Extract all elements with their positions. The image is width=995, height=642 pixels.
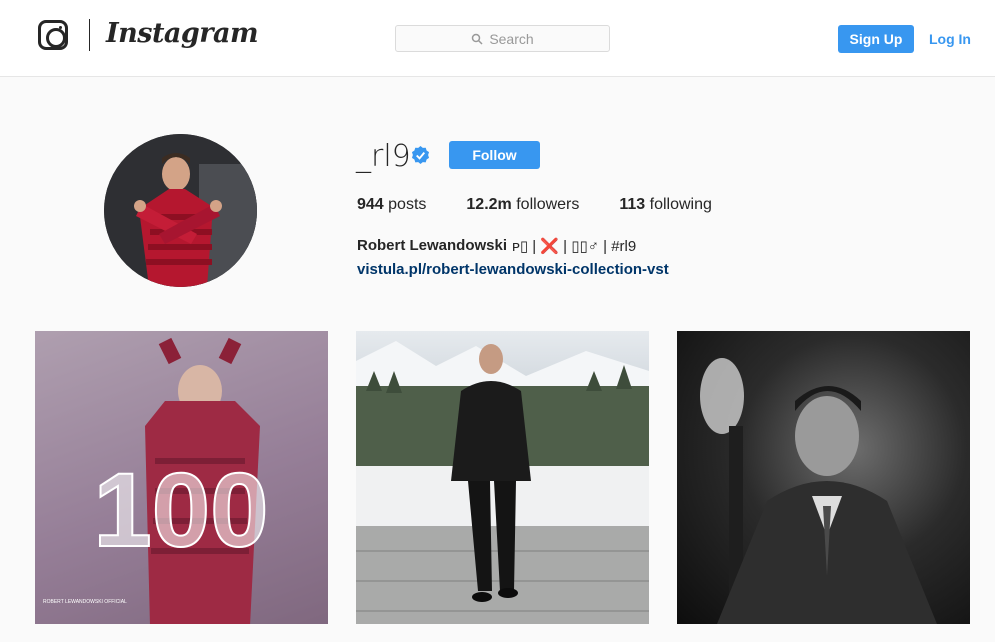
log-in-link[interactable]: Log In: [929, 31, 971, 47]
post-3-image: [700, 358, 937, 624]
profile-full-name: Robert Lewandowski: [357, 237, 508, 254]
profile-website-link[interactable]: vistula.pl/robert-lewandowski-collection…: [357, 261, 669, 278]
following-count-label: following: [649, 196, 712, 213]
search-input[interactable]: Search: [395, 25, 610, 52]
following-count[interactable]: 113 following: [619, 196, 712, 214]
verified-badge-icon: [411, 146, 430, 165]
posts-count-label: posts: [388, 196, 427, 213]
profile-bio: ᴘ▯ | ❌ | ▯▯♂ | #rl9: [512, 238, 637, 255]
post-thumbnail-3[interactable]: [677, 331, 970, 624]
following-count-value: 113: [619, 196, 646, 213]
post-1-overlay-text: 100: [93, 452, 268, 569]
posts-count[interactable]: 944 posts: [357, 196, 426, 214]
post-thumbnail-1[interactable]: 100 ROBERT LEWANDOWSKI OFFICIAL: [35, 331, 328, 624]
top-navigation-bar: Instagram Search Sign Up Log In: [0, 0, 995, 77]
profile-avatar[interactable]: [104, 134, 257, 287]
search-icon: [472, 33, 483, 45]
followers-count[interactable]: 12.2m followers: [466, 196, 579, 214]
post-1-caption-text: ROBERT LEWANDOWSKI OFFICIAL: [43, 599, 127, 605]
followers-count-value: 12.2m: [466, 196, 512, 213]
search-placeholder: Search: [489, 30, 534, 47]
logo-divider: [89, 19, 90, 51]
posts-count-value: 944: [357, 196, 384, 213]
post-2-image: [356, 341, 649, 624]
follow-button[interactable]: Follow: [449, 141, 540, 169]
profile-stats: 944 posts 12.2m followers 113 following: [357, 196, 752, 214]
followers-count-label: followers: [516, 196, 580, 213]
profile-username: _rl9: [356, 139, 411, 174]
post-thumbnail-2[interactable]: [356, 331, 649, 624]
instagram-wordmark[interactable]: Instagram: [106, 18, 259, 49]
avatar-photo: [104, 134, 257, 287]
instagram-camera-icon[interactable]: [38, 20, 68, 50]
sign-up-button[interactable]: Sign Up: [838, 25, 914, 53]
post-1-image: 100 ROBERT LEWANDOWSKI OFFICIAL: [35, 331, 328, 624]
